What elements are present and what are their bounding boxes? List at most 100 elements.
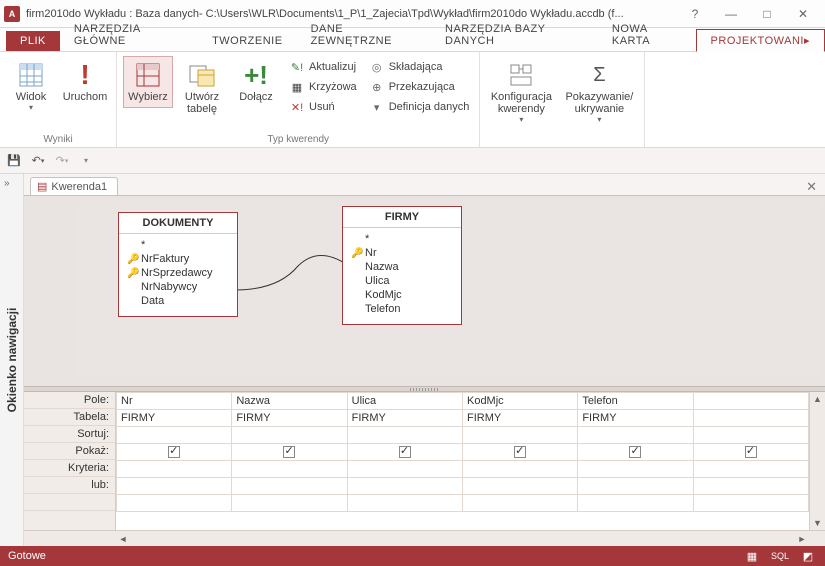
grid-cell-sortuj[interactable]	[578, 427, 693, 444]
close-tab-button[interactable]: ✕	[806, 179, 817, 195]
scroll-up-icon[interactable]: ▲	[810, 392, 825, 406]
grid-cell-blank[interactable]	[117, 495, 232, 512]
tab-new[interactable]: Nowa karta	[598, 19, 696, 51]
design-view-status-icon[interactable]: ◩	[799, 550, 817, 563]
tab-external-data[interactable]: DANE ZEWNĘTRZNE	[297, 19, 431, 51]
field-nrnabywcy[interactable]: NrNabywcy	[127, 280, 229, 294]
grid-cell-tabela[interactable]: FIRMY	[462, 410, 577, 427]
restore-button[interactable]: □	[749, 3, 785, 25]
grid-cell-sortuj[interactable]	[693, 427, 808, 444]
grid-cell-kryteria[interactable]	[117, 461, 232, 478]
show-checkbox[interactable]	[629, 446, 641, 458]
grid-cell-lub[interactable]	[117, 478, 232, 495]
datasheet-view-status-icon[interactable]: ▦	[743, 550, 761, 563]
utworz-tabele-button[interactable]: Utwórz tabelę	[177, 56, 227, 120]
grid-vertical-scrollbar[interactable]: ▲ ▼	[809, 392, 825, 530]
grid-cell-lub[interactable]	[462, 478, 577, 495]
table-dokumenty[interactable]: DOKUMENTY * 🔑NrFaktury 🔑NrSprzedawcy NrN…	[118, 212, 238, 317]
save-icon[interactable]: 💾	[6, 153, 22, 169]
grid-cell-pokaz[interactable]	[462, 444, 577, 461]
grid-cell-lub[interactable]	[578, 478, 693, 495]
grid-cell-pole[interactable]: Ulica	[347, 393, 462, 410]
grid-cell-pole[interactable]	[693, 393, 808, 410]
field-nrfaktury[interactable]: 🔑NrFaktury	[127, 252, 229, 266]
widok-button[interactable]: Widok ▾	[6, 56, 56, 117]
krzyzowa-button[interactable]: ▦Krzyżowa	[285, 78, 361, 96]
field-kodmjc[interactable]: KodMjc	[351, 288, 453, 302]
przekazujaca-button[interactable]: ⊕Przekazująca	[365, 78, 474, 96]
grid-cell-tabela[interactable]: FIRMY	[578, 410, 693, 427]
konfiguracja-button[interactable]: Konfiguracja kwerendy ▾	[486, 56, 556, 129]
field-nazwa[interactable]: Nazwa	[351, 260, 453, 274]
tab-home[interactable]: NARZĘDZIA GŁÓWNE	[60, 19, 198, 51]
field-star[interactable]: *	[127, 238, 229, 252]
grid-cell-pokaz[interactable]	[347, 444, 462, 461]
minimize-button[interactable]: —	[713, 3, 749, 25]
close-button[interactable]: ✕	[785, 3, 821, 25]
grid-cell-kryteria[interactable]	[462, 461, 577, 478]
grid-cell-pokaz[interactable]	[693, 444, 808, 461]
grid-cell-pole[interactable]: Nazwa	[232, 393, 347, 410]
grid-cell-tabela[interactable]	[693, 410, 808, 427]
diagram-pane[interactable]: DOKUMENTY * 🔑NrFaktury 🔑NrSprzedawcy NrN…	[24, 196, 825, 386]
grid-cell-blank[interactable]	[347, 495, 462, 512]
field-star[interactable]: *	[351, 232, 453, 246]
tab-database-tools[interactable]: NARZĘDZIA BAZY DANYCH	[431, 19, 598, 51]
scroll-right-icon[interactable]: ►	[795, 534, 809, 544]
grid-cell-sortuj[interactable]	[117, 427, 232, 444]
grid-cell-blank[interactable]	[693, 495, 808, 512]
uruchom-button[interactable]: ! Uruchom	[60, 56, 110, 108]
grid-cell-blank[interactable]	[578, 495, 693, 512]
scroll-left-icon[interactable]: ◄	[116, 534, 130, 544]
field-telefon[interactable]: Telefon	[351, 302, 453, 316]
doc-tab-kwerenda1[interactable]: ▤ Kwerenda1	[30, 177, 118, 195]
show-checkbox[interactable]	[283, 446, 295, 458]
aktualizuj-button[interactable]: ✎!Aktualizuj	[285, 58, 361, 76]
skladajaca-button[interactable]: ◎Składająca	[365, 58, 474, 76]
tab-create[interactable]: TWORZENIE	[198, 31, 297, 51]
grid-cell-tabela[interactable]: FIRMY	[117, 410, 232, 427]
grid-cell-tabela[interactable]: FIRMY	[232, 410, 347, 427]
field-nr[interactable]: 🔑Nr	[351, 246, 453, 260]
grid-cell-sortuj[interactable]	[462, 427, 577, 444]
tab-file[interactable]: PLIK	[6, 31, 60, 51]
grid-cell-kryteria[interactable]	[578, 461, 693, 478]
scroll-down-icon[interactable]: ▼	[810, 516, 825, 530]
qat-customize-icon[interactable]: ▾	[78, 153, 94, 169]
show-checkbox[interactable]	[168, 446, 180, 458]
dolacz-button[interactable]: +! Dołącz	[231, 56, 281, 108]
sql-view-status-icon[interactable]: SQL	[771, 551, 789, 561]
show-checkbox[interactable]	[399, 446, 411, 458]
grid-columns[interactable]: NrNazwaUlicaKodMjcTelefonFIRMYFIRMYFIRMY…	[116, 392, 809, 530]
grid-horizontal-scrollbar[interactable]: ◄ ►	[24, 530, 825, 546]
grid-cell-lub[interactable]	[347, 478, 462, 495]
grid-cell-sortuj[interactable]	[347, 427, 462, 444]
grid-cell-kryteria[interactable]	[693, 461, 808, 478]
show-checkbox[interactable]	[745, 446, 757, 458]
grid-cell-pole[interactable]: KodMjc	[462, 393, 577, 410]
definicja-button[interactable]: ▾Definicja danych	[365, 98, 474, 116]
tab-design[interactable]: PROJEKTOWANI▸	[696, 29, 825, 52]
wybierz-button[interactable]: Wybierz	[123, 56, 173, 108]
grid-cell-tabela[interactable]: FIRMY	[347, 410, 462, 427]
pokazywanie-button[interactable]: Σ Pokazywanie/ ukrywanie ▾	[560, 56, 638, 129]
grid-cell-lub[interactable]	[693, 478, 808, 495]
navigation-pane[interactable]: » Okienko nawigacji	[0, 174, 24, 546]
table-firmy[interactable]: FIRMY * 🔑Nr Nazwa Ulica KodMjc Telefon	[342, 206, 462, 325]
grid-cell-kryteria[interactable]	[232, 461, 347, 478]
grid-cell-pokaz[interactable]	[232, 444, 347, 461]
redo-icon[interactable]: ↷▾	[54, 153, 70, 169]
field-data[interactable]: Data	[127, 294, 229, 308]
field-ulica[interactable]: Ulica	[351, 274, 453, 288]
undo-icon[interactable]: ↶▾	[30, 153, 46, 169]
expand-navpane-icon[interactable]: »	[4, 178, 10, 189]
usun-button[interactable]: ✕!Usuń	[285, 98, 361, 116]
field-nrsprzed[interactable]: 🔑NrSprzedawcy	[127, 266, 229, 280]
grid-cell-pole[interactable]: Telefon	[578, 393, 693, 410]
grid-cell-blank[interactable]	[462, 495, 577, 512]
grid-cell-lub[interactable]	[232, 478, 347, 495]
grid-cell-blank[interactable]	[232, 495, 347, 512]
grid-cell-pole[interactable]: Nr	[117, 393, 232, 410]
grid-cell-kryteria[interactable]	[347, 461, 462, 478]
grid-cell-pokaz[interactable]	[117, 444, 232, 461]
